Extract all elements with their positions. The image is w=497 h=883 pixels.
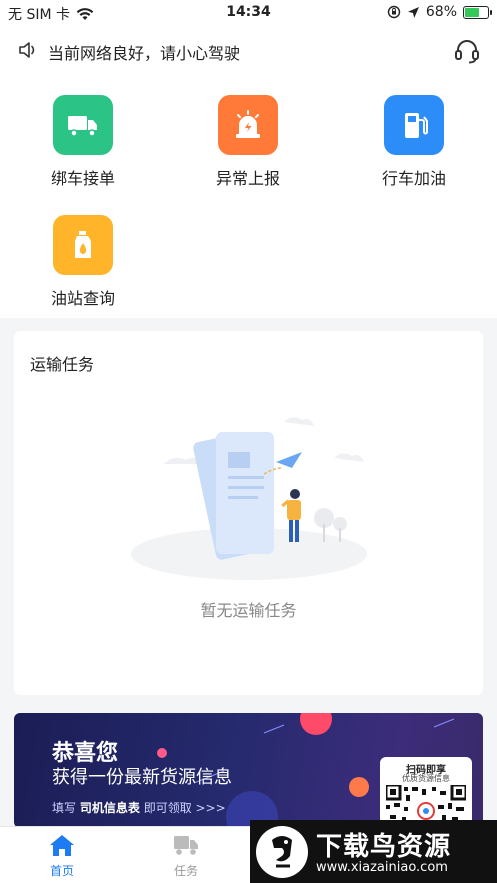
menu-item-label: 异常上报 <box>215 169 280 188</box>
watermark: 下载鸟资源 www.xiazainiao.com <box>250 820 497 883</box>
tab-home-label: 首页 <box>49 864 74 878</box>
menu-item-refuel[interactable]: 行车加油 <box>359 95 469 189</box>
tab-task[interactable]: 任务 <box>146 833 226 879</box>
battery-fill <box>465 7 480 17</box>
truck-icon <box>53 95 113 155</box>
empty-state-text: 暂无运输任务 <box>200 601 297 620</box>
notice-bar: 当前网络良好，请小心驾驶 <box>0 26 497 78</box>
menu-item-label: 油站查询 <box>50 289 115 308</box>
watermark-en: www.xiazainiao.com <box>316 860 448 875</box>
banner-cta-prefix: 填写 <box>52 801 77 815</box>
status-right: 68% <box>387 4 492 20</box>
notice-text: 当前网络良好，请小心驾驶 <box>48 44 241 63</box>
menu-item-label: 行车加油 <box>381 169 446 188</box>
tab-task-label: 任务 <box>173 864 198 878</box>
headset-icon[interactable] <box>453 37 481 65</box>
menu-item-bind-vehicle[interactable]: 绑车接单 <box>28 95 138 189</box>
banner-subheadline: 获得一份最新货源信息 <box>52 767 232 788</box>
truck-icon <box>174 836 198 855</box>
menu-item-station-query[interactable]: 油站查询 <box>28 215 138 309</box>
watermark-cn: 下载鸟资源 <box>316 832 452 862</box>
app-screen: 无 SIM 卡 14:34 68% 当前网络良好，请小心驾驶 绑车接单 异常上报… <box>0 0 497 883</box>
watermark-logo <box>256 826 308 878</box>
status-bar: 无 SIM 卡 14:34 68% <box>0 0 497 26</box>
menu-item-report-exception[interactable]: 异常上报 <box>193 95 303 189</box>
oil-bottle-icon <box>53 215 113 275</box>
menu-item-label: 绑车接单 <box>50 169 115 188</box>
task-card-title: 运输任务 <box>30 355 95 374</box>
orientation-lock-icon <box>387 5 401 19</box>
promo-banner[interactable]: 恭喜您 获得一份最新货源信息 填写 司机信息表 即可领取 >>> 扫码即享 优质… <box>14 713 483 828</box>
banner-cta-suffix: 即可领取 >>> <box>143 801 226 815</box>
tab-home[interactable]: 首页 <box>22 833 102 879</box>
battery-percent: 68% <box>425 4 457 20</box>
location-icon <box>407 6 419 18</box>
function-grid: 绑车接单 异常上报 行车加油 油站查询 <box>0 78 497 318</box>
qr-code-icon <box>386 785 466 823</box>
qr-subtitle: 优质货源信息 <box>402 774 450 783</box>
banner-cta: 填写 司机信息表 即可领取 >>> <box>52 799 226 816</box>
empty-state-illustration <box>131 417 367 580</box>
speaker-icon <box>19 42 35 58</box>
home-icon <box>50 835 74 856</box>
battery-icon <box>463 5 492 19</box>
alarm-icon <box>218 95 278 155</box>
transport-task-card: 运输任务 暂无运输任务 <box>14 331 483 695</box>
fuel-pump-icon <box>384 95 444 155</box>
banner-cta-bold: 司机信息表 <box>79 801 140 815</box>
